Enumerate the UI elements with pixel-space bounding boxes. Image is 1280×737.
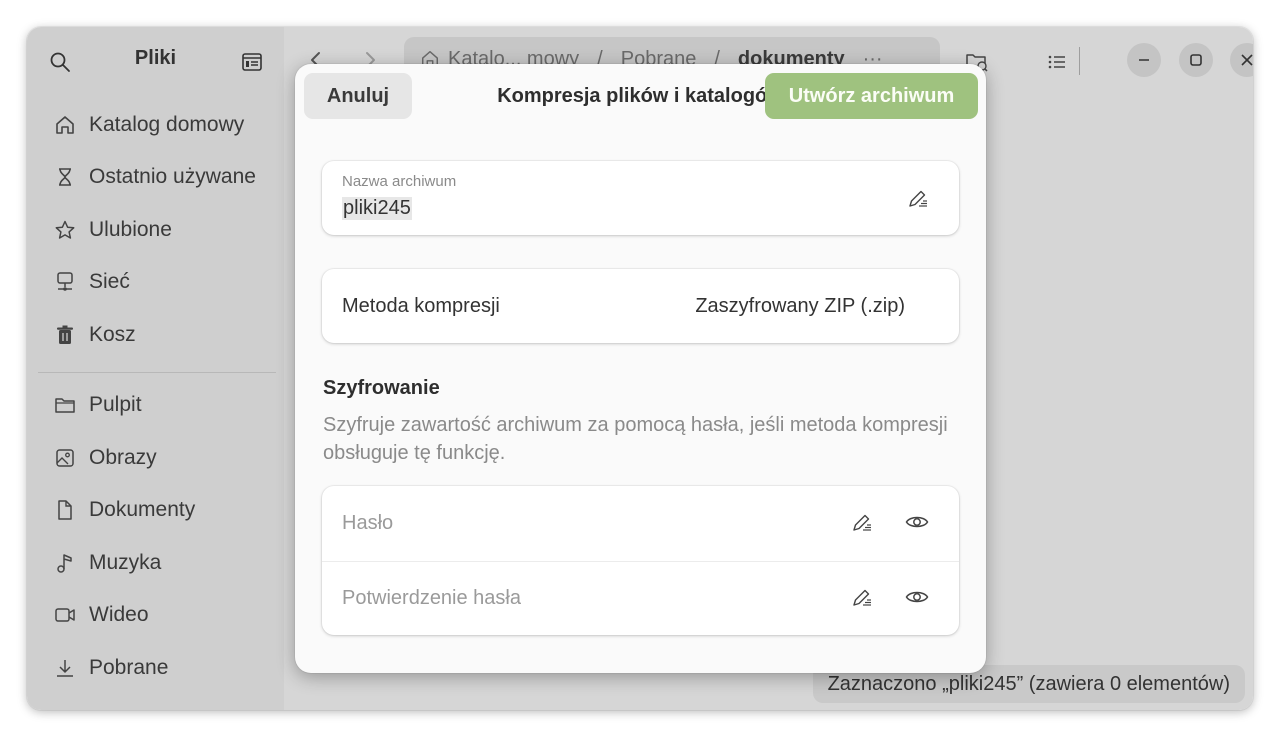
cancel-button[interactable]: Anuluj [304,73,412,119]
sidebar-item-trash[interactable]: Kosz [53,315,273,355]
confirm-password-input[interactable]: Potwierdzenie hasła [342,587,521,610]
archive-name-field[interactable]: Nazwa archiwum pliki245 [322,161,959,235]
sidebar-item-pictures[interactable]: Obrazy [53,438,273,478]
list-view-icon[interactable] [1040,45,1074,79]
home-icon [53,113,77,137]
sidebar-divider [38,372,276,373]
sidebar-item-downloads[interactable]: Pobrane [53,648,273,688]
compress-dialog: Anuluj Kompresja plików i katalogów Utwó… [295,64,986,673]
close-button[interactable] [1230,43,1253,77]
trash-icon [53,323,77,347]
sidebar-item-label: Wideo [89,603,149,626]
confirm-password-field[interactable]: Potwierdzenie hasła [322,562,959,635]
music-icon [53,551,77,575]
document-icon [53,498,77,522]
sidebar-header: Pliki [27,27,284,93]
archive-name-label: Nazwa archiwum [342,173,457,190]
sidebar-item-label: Sieć [89,270,130,293]
show-password-icon[interactable] [905,512,929,537]
toolbar-divider [1079,47,1080,75]
edit-icon [907,187,929,214]
compression-method-row[interactable]: Metoda kompresji Zaszyfrowany ZIP (.zip) [322,269,959,343]
edit-icon [851,511,873,538]
hourglass-icon [53,165,77,189]
sidebar-item-music[interactable]: Muzyka [53,543,273,583]
encryption-title: Szyfrowanie [323,377,440,399]
sidebar-toggle-icon[interactable] [237,47,267,77]
compression-method-label: Metoda kompresji [342,295,500,317]
sidebar-item-label: Pulpit [89,393,142,416]
folder-icon [53,393,77,417]
sidebar-item-label: Kosz [89,323,136,346]
encryption-description: Szyfruje zawartość archiwum za pomocą ha… [323,414,948,464]
sidebar-item-label: Muzyka [89,551,162,574]
sidebar-item-starred[interactable]: Ulubione [53,210,273,250]
close-icon [1241,54,1253,66]
sidebar-item-label: Obrazy [89,446,157,469]
minimize-icon [1139,59,1149,61]
sidebar-item-label: Ostatnio używane [89,165,256,188]
archive-name-input[interactable]: pliki245 [342,197,412,220]
star-icon [53,218,77,242]
video-icon [53,603,77,627]
maximize-icon [1190,54,1202,66]
minimize-button[interactable] [1127,43,1161,77]
download-icon [53,656,77,680]
network-icon [53,270,77,294]
sidebar-item-label: Pobrane [89,656,169,679]
image-icon [53,446,77,470]
password-group: Hasło Potwierdzenie hasła [322,486,959,635]
maximize-button[interactable] [1179,43,1213,77]
sidebar-item-documents[interactable]: Dokumenty [53,490,273,530]
create-archive-button[interactable]: Utwórz archiwum [765,73,978,119]
sidebar-item-label: Dokumenty [89,498,196,521]
sidebar-item-videos[interactable]: Wideo [53,595,273,635]
sidebar: Pliki Katalog domowy Ostatnio używane Ul… [27,27,284,710]
password-field[interactable]: Hasło [322,486,959,560]
sidebar-item-home[interactable]: Katalog domowy [53,105,273,145]
edit-icon [851,586,873,613]
sidebar-item-label: Katalog domowy [89,113,245,136]
show-password-icon[interactable] [905,587,929,612]
compression-method-value[interactable]: Zaszyfrowany ZIP (.zip) [695,295,905,318]
sidebar-item-recent[interactable]: Ostatnio używane [53,157,273,197]
sidebar-item-desktop[interactable]: Pulpit [53,385,273,425]
password-input[interactable]: Hasło [342,512,393,535]
sidebar-item-network[interactable]: Sieć [53,262,273,302]
sidebar-item-label: Ulubione [89,218,172,241]
